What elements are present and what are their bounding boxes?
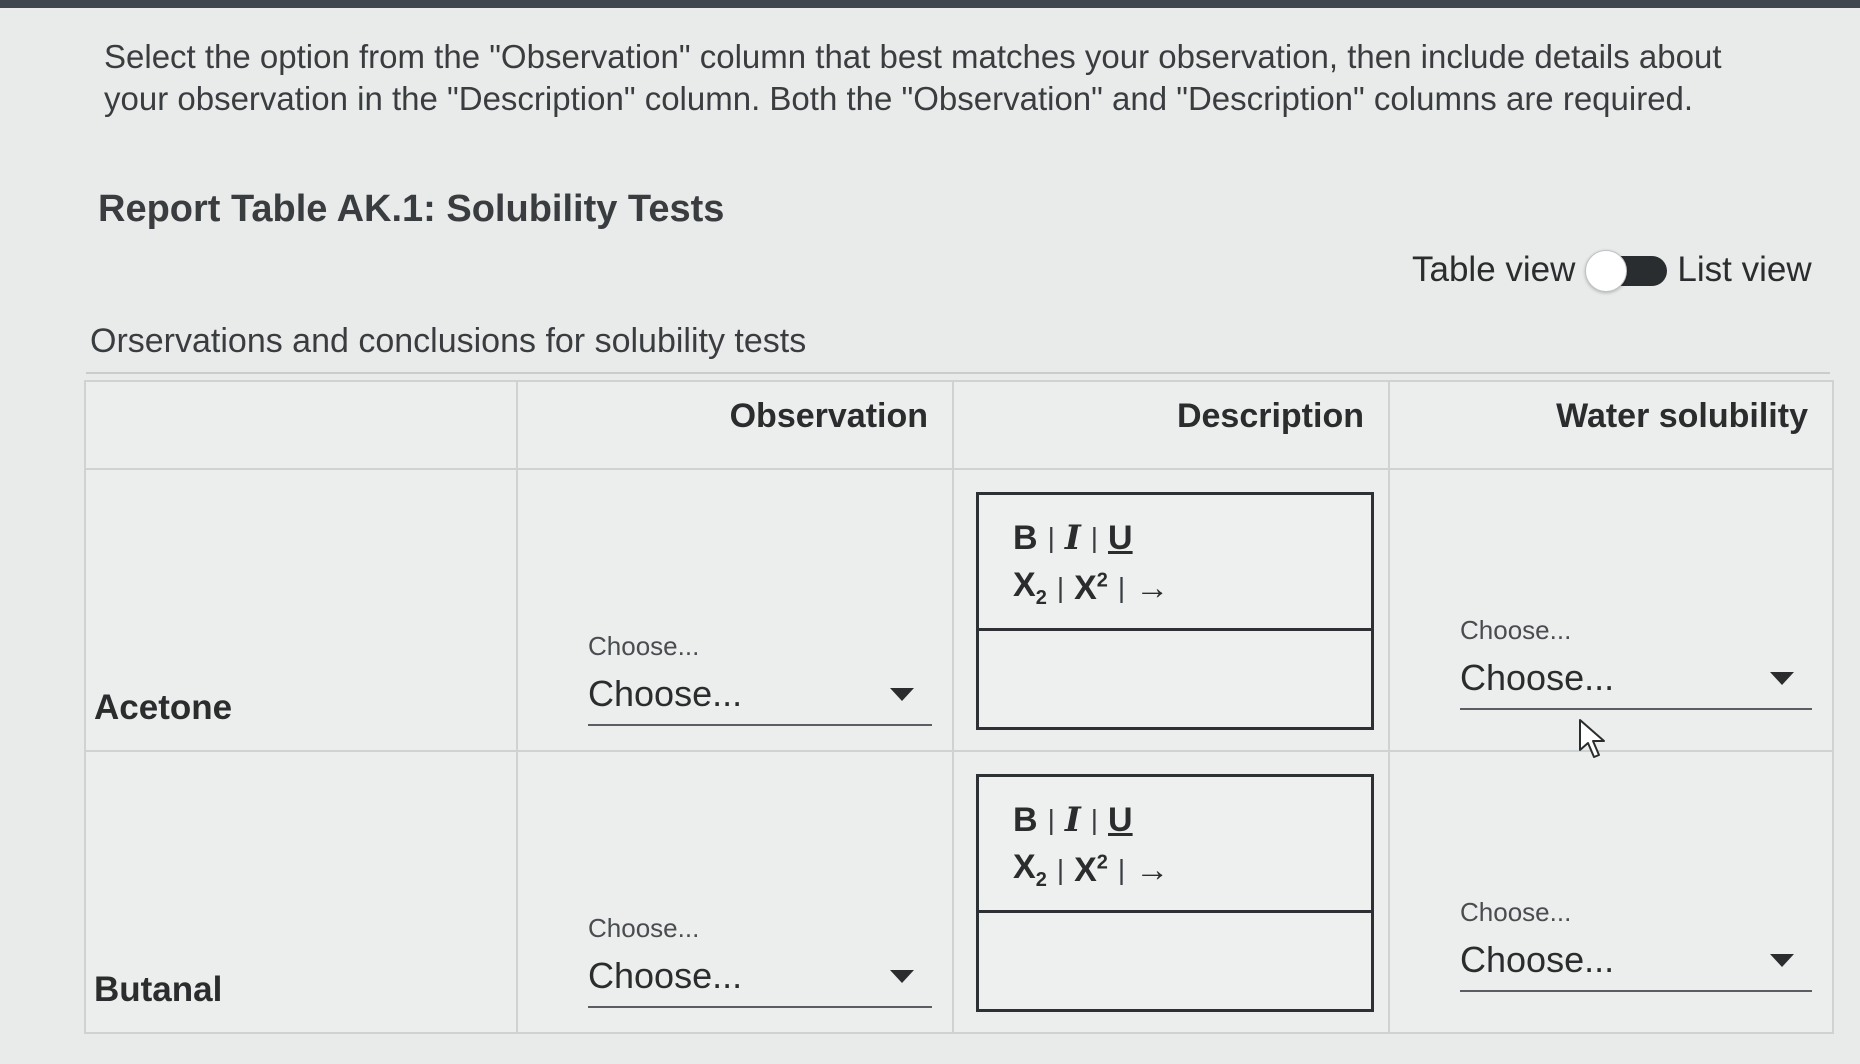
instructions-text: Select the option from the "Observation"… bbox=[104, 38, 1722, 117]
water-solubility-select[interactable]: Choose... bbox=[1460, 940, 1812, 992]
header-observation: Observation bbox=[516, 380, 954, 470]
superscript-base: X bbox=[1074, 568, 1097, 607]
water-solubility-select[interactable]: Choose... bbox=[1460, 658, 1812, 710]
table-row: Acetone Choose... Choose... B | I | U X2… bbox=[84, 468, 1834, 752]
observation-select-value: Choose... bbox=[588, 673, 743, 714]
solubility-table: Observation Description Water solubility… bbox=[84, 380, 1834, 1034]
arrow-icon[interactable]: → bbox=[1135, 569, 1169, 608]
table-caption: Orservations and conclusions for solubil… bbox=[90, 322, 807, 360]
chevron-down-icon[interactable] bbox=[890, 970, 914, 983]
observation-select-value: Choose... bbox=[588, 955, 743, 996]
italic-button[interactable]: I bbox=[1065, 800, 1081, 840]
row-label-acetone: Acetone bbox=[84, 468, 518, 752]
underline-button[interactable]: U bbox=[1108, 519, 1133, 558]
bold-button[interactable]: B bbox=[1013, 801, 1038, 840]
observation-select[interactable]: Choose... bbox=[588, 956, 932, 1008]
description-input[interactable] bbox=[979, 913, 1371, 1009]
editor-toolbar: B | I | U X2 | X2 | → bbox=[979, 495, 1371, 631]
underline-button[interactable]: U bbox=[1108, 801, 1133, 840]
toolbar-separator: | bbox=[1117, 572, 1126, 603]
water-solubility-select-label: Choose... bbox=[1460, 897, 1572, 927]
water-solubility-select-value: Choose... bbox=[1460, 939, 1615, 980]
toolbar-separator: | bbox=[1056, 854, 1065, 885]
chevron-down-icon[interactable] bbox=[890, 688, 914, 701]
description-editor: B | I | U X2 | X2 | → bbox=[976, 492, 1374, 730]
view-toggle: Table view List view bbox=[1412, 246, 1812, 294]
subscript-button[interactable]: X2 bbox=[1013, 848, 1047, 892]
mouse-cursor-icon bbox=[1579, 719, 1605, 758]
subscript-button[interactable]: X2 bbox=[1013, 566, 1047, 610]
header-blank bbox=[84, 380, 518, 470]
description-editor: B | I | U X2 | X2 | → bbox=[976, 774, 1374, 1012]
water-solubility-select-label: Choose... bbox=[1460, 615, 1572, 645]
bold-button[interactable]: B bbox=[1013, 519, 1038, 558]
observation-cell: Choose... Choose... bbox=[516, 750, 954, 1034]
description-cell: B | I | U X2 | X2 | → bbox=[952, 468, 1390, 752]
table-row: Butanal Choose... Choose... B | I | U X2… bbox=[84, 750, 1834, 1034]
superscript-index: 2 bbox=[1096, 569, 1108, 592]
water-solubility-cell: Choose... Choose... bbox=[1388, 750, 1834, 1034]
table-header-row: Observation Description Water solubility bbox=[84, 380, 1834, 470]
observation-select-label: Choose... bbox=[588, 913, 700, 943]
row-label-butanal: Butanal bbox=[84, 750, 518, 1034]
superscript-button[interactable]: X2 bbox=[1074, 569, 1108, 608]
header-water-solubility: Water solubility bbox=[1388, 380, 1834, 470]
observation-cell: Choose... Choose... bbox=[516, 468, 954, 752]
description-input[interactable] bbox=[979, 631, 1371, 727]
toolbar-separator: | bbox=[1047, 522, 1055, 553]
table-view-label[interactable]: Table view bbox=[1412, 250, 1575, 290]
subscript-index: 2 bbox=[1035, 586, 1047, 609]
arrow-icon[interactable]: → bbox=[1135, 851, 1169, 890]
toolbar-separator: | bbox=[1047, 804, 1055, 835]
toolbar-separator: | bbox=[1056, 572, 1065, 603]
subscript-base: X bbox=[1013, 566, 1036, 605]
italic-button[interactable]: I bbox=[1065, 518, 1081, 558]
caption-divider bbox=[86, 372, 1830, 374]
subscript-index: 2 bbox=[1035, 868, 1047, 891]
chevron-down-icon[interactable] bbox=[1770, 672, 1794, 685]
description-cell: B | I | U X2 | X2 | → bbox=[952, 750, 1390, 1034]
subscript-base: X bbox=[1013, 848, 1036, 887]
superscript-index: 2 bbox=[1096, 851, 1108, 874]
observation-select-label: Choose... bbox=[588, 631, 700, 661]
editor-toolbar: B | I | U X2 | X2 | → bbox=[979, 777, 1371, 913]
superscript-button[interactable]: X2 bbox=[1074, 851, 1108, 890]
toolbar-separator: | bbox=[1090, 804, 1099, 835]
toolbar-separator: | bbox=[1090, 522, 1099, 553]
chevron-down-icon[interactable] bbox=[1770, 954, 1794, 967]
toolbar-separator: | bbox=[1117, 854, 1126, 885]
water-solubility-select-value: Choose... bbox=[1460, 657, 1615, 698]
view-toggle-switch[interactable] bbox=[1585, 250, 1668, 292]
water-solubility-cell: Choose... Choose... bbox=[1388, 468, 1834, 752]
list-view-label[interactable]: List view bbox=[1677, 250, 1811, 290]
superscript-base: X bbox=[1074, 850, 1097, 889]
observation-select[interactable]: Choose... bbox=[588, 674, 932, 726]
header-description: Description bbox=[952, 380, 1390, 470]
top-bar bbox=[0, 0, 1860, 8]
report-title: Report Table AK.1: Solubility Tests bbox=[98, 188, 725, 230]
